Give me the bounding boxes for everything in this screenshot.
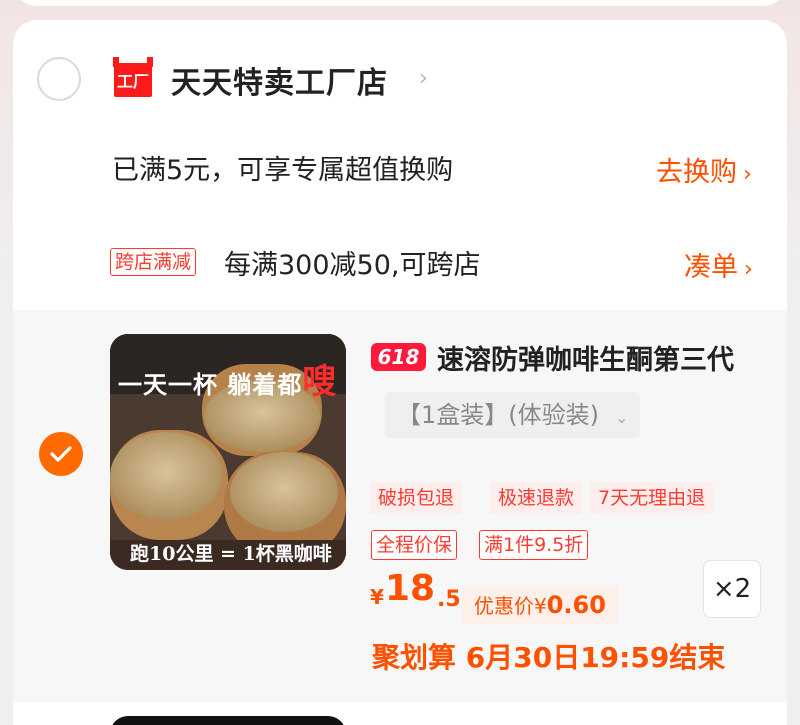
cross-store-text: 每满300减50,可跨店 (224, 250, 481, 281)
discount-price: 优惠价¥0.60 (462, 586, 618, 624)
price-integer: 18 (385, 568, 436, 609)
thumbnail-banner-accent: 嗖 (302, 362, 338, 402)
promo-618-badge: 618 (371, 343, 426, 371)
sku-label: 【1盒装】(体验装) (397, 401, 599, 429)
chevron-right-icon: › (744, 257, 753, 282)
shop-chevron-icon[interactable]: › (419, 66, 428, 91)
shop-name[interactable]: 天天特卖工厂店 (171, 58, 388, 102)
thumbnail-banner-pre: 一天一杯 躺着都 (118, 370, 303, 399)
shop-cart-card: 工厂 天天特卖工厂店 › 已满5元，可享专属超值换购 去换购 › 跨店满减 每满3… (13, 20, 787, 725)
item-selected-checkbox[interactable] (39, 432, 83, 476)
exchange-link-label: 去换购 (656, 157, 737, 188)
quantity-button[interactable]: ×2 (703, 560, 761, 618)
product-title[interactable]: 速溶防弹咖啡生酮第三代 (437, 338, 734, 377)
check-icon (50, 446, 72, 462)
service-tag: 7天无理由退 (590, 482, 714, 514)
exchange-promo-text: 已满5元，可享专属超值换购 (112, 155, 454, 186)
discount-value: 0.60 (546, 591, 606, 619)
discount-label: 优惠价¥ (474, 594, 547, 618)
price-currency: ¥ (370, 585, 384, 609)
price-decimal: .5 (437, 587, 461, 612)
cross-store-badge: 跨店满减 (110, 248, 197, 276)
sku-selector[interactable]: 【1盒装】(体验装) ⌄ (385, 392, 641, 438)
juhuasuan-countdown: 聚划算 6月30日19:59结束 (372, 641, 726, 674)
shop-logo-icon: 工厂 (113, 57, 153, 99)
next-product-thumbnail[interactable] (110, 716, 346, 725)
service-tag: 极速退款 (490, 482, 583, 514)
thumbnail-banner-text: 一天一杯 躺着都嗖 (118, 354, 337, 403)
thumbnail-caption: 跑10公里 = 1杯黑咖啡 (130, 543, 332, 565)
add-items-link[interactable]: 凑单 › (684, 245, 753, 284)
previous-card-bottom (13, 0, 787, 6)
shop-select-radio[interactable] (37, 57, 81, 101)
add-items-link-label: 凑单 (684, 252, 738, 283)
price-protect-tag: 全程价保 (371, 530, 458, 560)
discount-tag: 满1件9.5折 (479, 530, 589, 560)
exchange-link[interactable]: 去换购 › (656, 150, 752, 189)
shop-logo-text: 工厂 (117, 72, 149, 91)
service-tag: 破损包退 (370, 482, 463, 514)
chevron-right-icon: › (743, 162, 752, 187)
chevron-down-icon: ⌄ (615, 408, 629, 427)
product-thumbnail[interactable]: 一天一杯 躺着都嗖 跑10公里 = 1杯黑咖啡 (110, 334, 346, 570)
